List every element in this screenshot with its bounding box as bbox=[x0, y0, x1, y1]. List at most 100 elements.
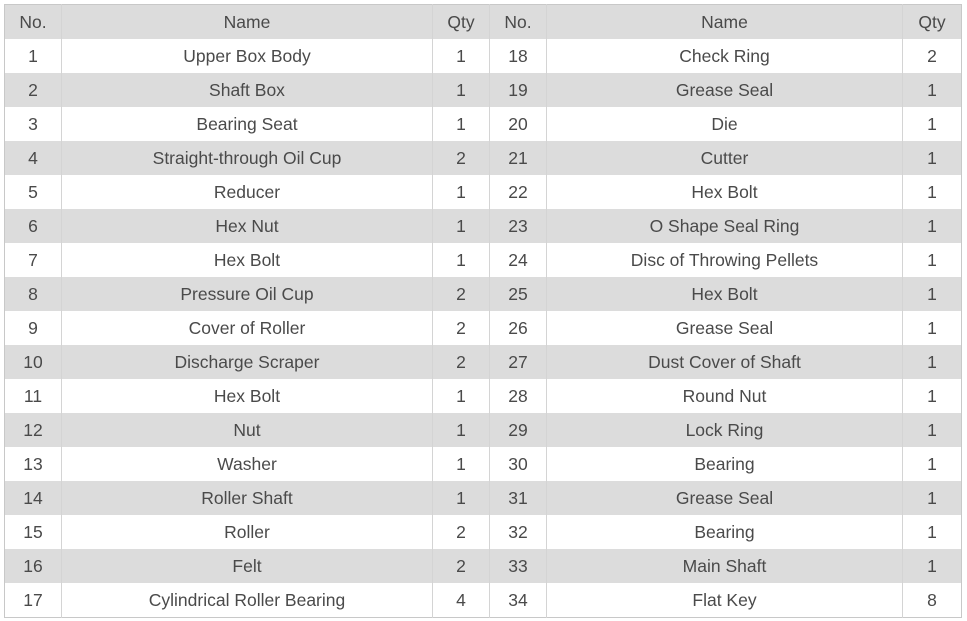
parts-list-table: No. Name Qty No. Name Qty 1 Upper Box Bod… bbox=[4, 4, 962, 618]
cell-qty-right: 1 bbox=[902, 481, 962, 515]
cell-no-left: 7 bbox=[28, 249, 38, 270]
cell-name-right: Grease Seal bbox=[546, 481, 903, 515]
cell-name-left: Bearing Seat bbox=[61, 107, 433, 141]
table-row: 9 Cover of Roller 2 26 Grease Seal 1 bbox=[4, 311, 962, 345]
table-row: 4 Straight-through Oil Cup 2 21 Cutter 1 bbox=[4, 141, 962, 175]
cell-qty-right: 1 bbox=[902, 447, 962, 481]
cell-name-left: Reducer bbox=[61, 175, 433, 209]
cell-no-right: 22 bbox=[489, 175, 547, 209]
cell-qty-right: 1 bbox=[902, 277, 962, 311]
table-row: 15 Roller 2 32 Bearing 1 bbox=[4, 515, 962, 549]
cell-no-right: 26 bbox=[489, 311, 547, 345]
cell-no-left: 12 bbox=[23, 419, 43, 440]
cell-no-right: 24 bbox=[489, 243, 547, 277]
cell-qty-right: 1 bbox=[902, 515, 962, 549]
cell-qty-left: 2 bbox=[432, 515, 490, 549]
table-header: No. Name Qty No. Name Qty bbox=[4, 4, 962, 39]
cell-qty-right: 1 bbox=[902, 345, 962, 379]
cell-qty-left: 4 bbox=[432, 583, 490, 618]
cell-qty-right: 1 bbox=[902, 549, 962, 583]
cell-no-left: 17 bbox=[23, 589, 43, 610]
header-qty-right: Qty bbox=[902, 4, 962, 39]
cell-qty-right: 1 bbox=[902, 175, 962, 209]
cell-name-right: Disc of Throwing Pellets bbox=[546, 243, 903, 277]
header-no-right: No. bbox=[489, 4, 547, 39]
cell-no-left: 3 bbox=[28, 113, 38, 134]
cell-qty-left: 2 bbox=[432, 141, 490, 175]
table-row: 6 Hex Nut 1 23 O Shape Seal Ring 1 bbox=[4, 209, 962, 243]
cell-no-right: 32 bbox=[489, 515, 547, 549]
cell-name-right: Bearing bbox=[546, 447, 903, 481]
cell-name-right: Lock Ring bbox=[546, 413, 903, 447]
cell-qty-left: 1 bbox=[432, 243, 490, 277]
cell-qty-left: 2 bbox=[432, 345, 490, 379]
cell-qty-left: 1 bbox=[432, 175, 490, 209]
cell-no-right: 30 bbox=[489, 447, 547, 481]
cell-no-right: 34 bbox=[489, 583, 547, 618]
cell-name-left: Straight-through Oil Cup bbox=[61, 141, 433, 175]
cell-no-left: 14 bbox=[23, 487, 43, 508]
cell-name-right: Grease Seal bbox=[546, 311, 903, 345]
cell-qty-left: 1 bbox=[432, 481, 490, 515]
table-body: 1 Upper Box Body 1 18 Check Ring 2 2 Shaft Box 1… bbox=[4, 39, 962, 618]
header-name-left: Name bbox=[61, 4, 433, 39]
cell-qty-left: 2 bbox=[432, 549, 490, 583]
cell-name-left: Hex Bolt bbox=[61, 379, 433, 413]
cell-name-left: Cylindrical Roller Bearing bbox=[61, 583, 433, 618]
header-qty-left: Qty bbox=[432, 4, 490, 39]
table-row: 2 Shaft Box 1 19 Grease Seal 1 bbox=[4, 73, 962, 107]
cell-name-right: Hex Bolt bbox=[546, 277, 903, 311]
cell-qty-left: 2 bbox=[432, 277, 490, 311]
cell-name-right: Flat Key bbox=[546, 583, 903, 618]
table-row: 11 Hex Bolt 1 28 Round Nut 1 bbox=[4, 379, 962, 413]
cell-no-right: 33 bbox=[489, 549, 547, 583]
cell-name-right: O Shape Seal Ring bbox=[546, 209, 903, 243]
table-row: 8 Pressure Oil Cup 2 25 Hex Bolt 1 bbox=[4, 277, 962, 311]
cell-name-left: Roller Shaft bbox=[61, 481, 433, 515]
table-row: 1 Upper Box Body 1 18 Check Ring 2 bbox=[4, 39, 962, 73]
table-row: 14 Roller Shaft 1 31 Grease Seal 1 bbox=[4, 481, 962, 515]
cell-no-right: 31 bbox=[489, 481, 547, 515]
table-row: 16 Felt 2 33 Main Shaft 1 bbox=[4, 549, 962, 583]
header-no-left: No. bbox=[19, 11, 47, 32]
cell-qty-right: 1 bbox=[902, 311, 962, 345]
cell-qty-right: 1 bbox=[902, 107, 962, 141]
cell-no-right: 27 bbox=[489, 345, 547, 379]
cell-name-right: Bearing bbox=[546, 515, 903, 549]
table-row: 7 Hex Bolt 1 24 Disc of Throwing Pellets 1 bbox=[4, 243, 962, 277]
cell-name-left: Cover of Roller bbox=[61, 311, 433, 345]
header-name-right: Name bbox=[546, 4, 903, 39]
cell-name-left: Washer bbox=[61, 447, 433, 481]
cell-no-right: 25 bbox=[489, 277, 547, 311]
cell-name-right: Main Shaft bbox=[546, 549, 903, 583]
cell-no-left: 9 bbox=[28, 317, 38, 338]
cell-no-left: 8 bbox=[28, 283, 38, 304]
cell-no-left: 15 bbox=[23, 521, 43, 542]
cell-qty-right: 1 bbox=[902, 243, 962, 277]
cell-no-left: 5 bbox=[28, 181, 38, 202]
cell-qty-right: 1 bbox=[902, 141, 962, 175]
cell-qty-left: 1 bbox=[432, 447, 490, 481]
cell-name-left: Upper Box Body bbox=[61, 39, 433, 73]
cell-qty-left: 2 bbox=[432, 311, 490, 345]
cell-no-left: 11 bbox=[23, 385, 43, 406]
cell-qty-left: 1 bbox=[432, 413, 490, 447]
cell-no-right: 21 bbox=[489, 141, 547, 175]
cell-qty-right: 8 bbox=[902, 583, 962, 618]
cell-name-right: Grease Seal bbox=[546, 73, 903, 107]
cell-no-right: 18 bbox=[489, 39, 547, 73]
cell-name-right: Round Nut bbox=[546, 379, 903, 413]
table-row: 12 Nut 1 29 Lock Ring 1 bbox=[4, 413, 962, 447]
cell-name-right: Check Ring bbox=[546, 39, 903, 73]
cell-name-left: Hex Bolt bbox=[61, 243, 433, 277]
cell-name-left: Discharge Scraper bbox=[61, 345, 433, 379]
cell-no-left: 10 bbox=[23, 351, 43, 372]
cell-no-left: 1 bbox=[28, 45, 38, 66]
cell-no-right: 19 bbox=[489, 73, 547, 107]
cell-qty-right: 1 bbox=[902, 413, 962, 447]
cell-name-left: Pressure Oil Cup bbox=[61, 277, 433, 311]
cell-no-right: 28 bbox=[489, 379, 547, 413]
cell-qty-left: 1 bbox=[432, 73, 490, 107]
cell-qty-right: 1 bbox=[902, 379, 962, 413]
cell-no-left: 6 bbox=[28, 215, 38, 236]
